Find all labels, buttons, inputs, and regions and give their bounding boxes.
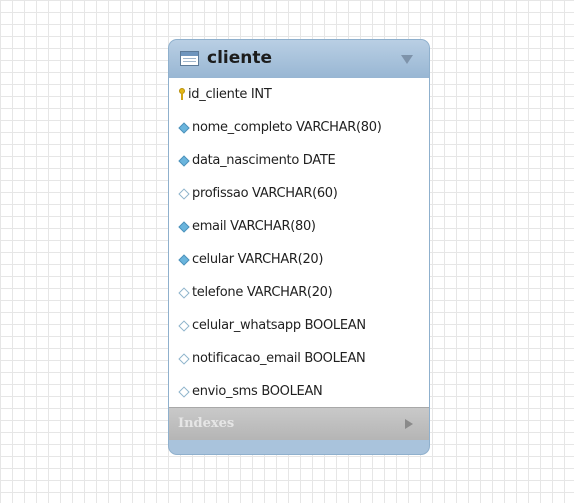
column-row-telefone[interactable]: telefone VARCHAR(20) — [169, 276, 429, 309]
table-header[interactable]: cliente — [169, 40, 429, 79]
column-label: envio_sms BOOLEAN — [192, 384, 323, 399]
nullable-column-icon — [178, 286, 190, 299]
nullable-column-icon — [178, 385, 190, 398]
column-row-envio-sms[interactable]: envio_sms BOOLEAN — [169, 375, 429, 408]
column-label: id_cliente INT — [188, 87, 272, 102]
column-label: celular VARCHAR(20) — [192, 252, 324, 267]
not-null-column-icon — [178, 121, 190, 134]
column-row-nome-completo[interactable]: nome_completo VARCHAR(80) — [169, 111, 429, 144]
not-null-column-icon — [178, 154, 190, 167]
table-icon — [180, 51, 199, 66]
column-label: email VARCHAR(80) — [192, 219, 316, 234]
column-label: profissao VARCHAR(60) — [192, 186, 338, 201]
primary-key-icon — [178, 88, 185, 101]
column-row-celular-whatsapp[interactable]: celular_whatsapp BOOLEAN — [169, 309, 429, 342]
column-label: telefone VARCHAR(20) — [192, 285, 333, 300]
column-label: data_nascimento DATE — [192, 153, 336, 168]
not-null-column-icon — [178, 220, 190, 233]
nullable-column-icon — [178, 319, 190, 332]
collapse-arrow-icon[interactable] — [401, 55, 413, 64]
table-title: cliente — [207, 48, 273, 68]
column-label: notificacao_email BOOLEAN — [192, 351, 366, 366]
table-cliente[interactable]: cliente id_cliente INT nome_completo VAR… — [169, 40, 429, 454]
column-row-profissao[interactable]: profissao VARCHAR(60) — [169, 177, 429, 210]
not-null-column-icon — [178, 253, 190, 266]
column-row-data-nascimento[interactable]: data_nascimento DATE — [169, 144, 429, 177]
column-row-id-cliente[interactable]: id_cliente INT — [169, 78, 429, 111]
column-row-celular[interactable]: celular VARCHAR(20) — [169, 243, 429, 276]
column-row-notificacao-email[interactable]: notificacao_email BOOLEAN — [169, 342, 429, 375]
indexes-section-toggle[interactable]: Indexes — [169, 407, 429, 440]
er-diagram-canvas[interactable]: cliente id_cliente INT nome_completo VAR… — [0, 0, 574, 503]
column-label: celular_whatsapp BOOLEAN — [192, 318, 366, 333]
expand-arrow-icon[interactable] — [405, 419, 413, 429]
column-label: nome_completo VARCHAR(80) — [192, 120, 382, 135]
nullable-column-icon — [178, 187, 190, 200]
indexes-label: Indexes — [178, 416, 235, 431]
nullable-column-icon — [178, 352, 190, 365]
column-row-email[interactable]: email VARCHAR(80) — [169, 210, 429, 243]
column-list: id_cliente INT nome_completo VARCHAR(80)… — [169, 78, 429, 407]
